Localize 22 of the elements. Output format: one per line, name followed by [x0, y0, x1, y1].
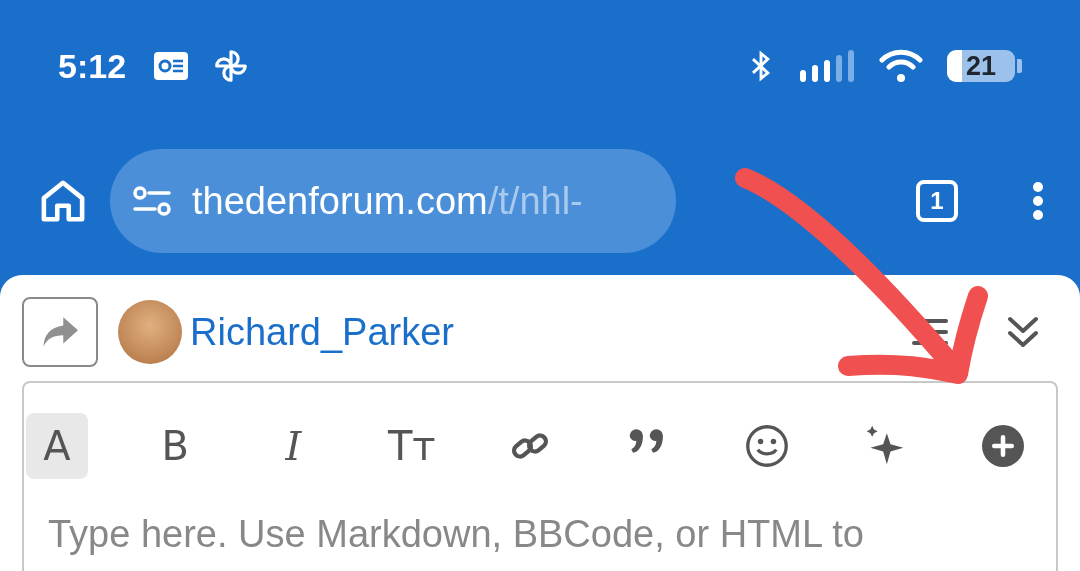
- url-text: thedenforum.com/t/nhl-: [192, 179, 583, 223]
- double-chevron-down-icon[interactable]: [1006, 314, 1040, 350]
- home-icon[interactable]: [40, 179, 86, 223]
- wifi-icon: [879, 49, 923, 83]
- format-button[interactable]: Tт: [380, 413, 443, 479]
- signal-icon: [799, 49, 855, 83]
- italic-button[interactable]: I: [262, 413, 325, 479]
- plus-circle-icon: [982, 425, 1024, 467]
- format-button[interactable]: A: [26, 413, 88, 479]
- smiley-icon: [744, 424, 789, 468]
- menu-icon[interactable]: [910, 317, 950, 347]
- format-button[interactable]: B: [144, 413, 207, 479]
- post-input-field[interactable]: Type here. Use Markdown, BBCode, or HTML to: [48, 513, 1048, 556]
- clock: 5:12: [58, 46, 127, 86]
- battery-indicator: 21: [947, 50, 1022, 82]
- news-icon: [154, 52, 189, 80]
- site-settings-icon[interactable]: [132, 185, 172, 217]
- reply-button[interactable]: [22, 297, 98, 367]
- username-link[interactable]: Richard_Parker: [190, 310, 454, 354]
- more-menu-icon[interactable]: [1032, 181, 1044, 221]
- tab-count-button[interactable]: 1: [916, 180, 958, 222]
- address-bar[interactable]: thedenforum.com/t/nhl-: [110, 149, 676, 253]
